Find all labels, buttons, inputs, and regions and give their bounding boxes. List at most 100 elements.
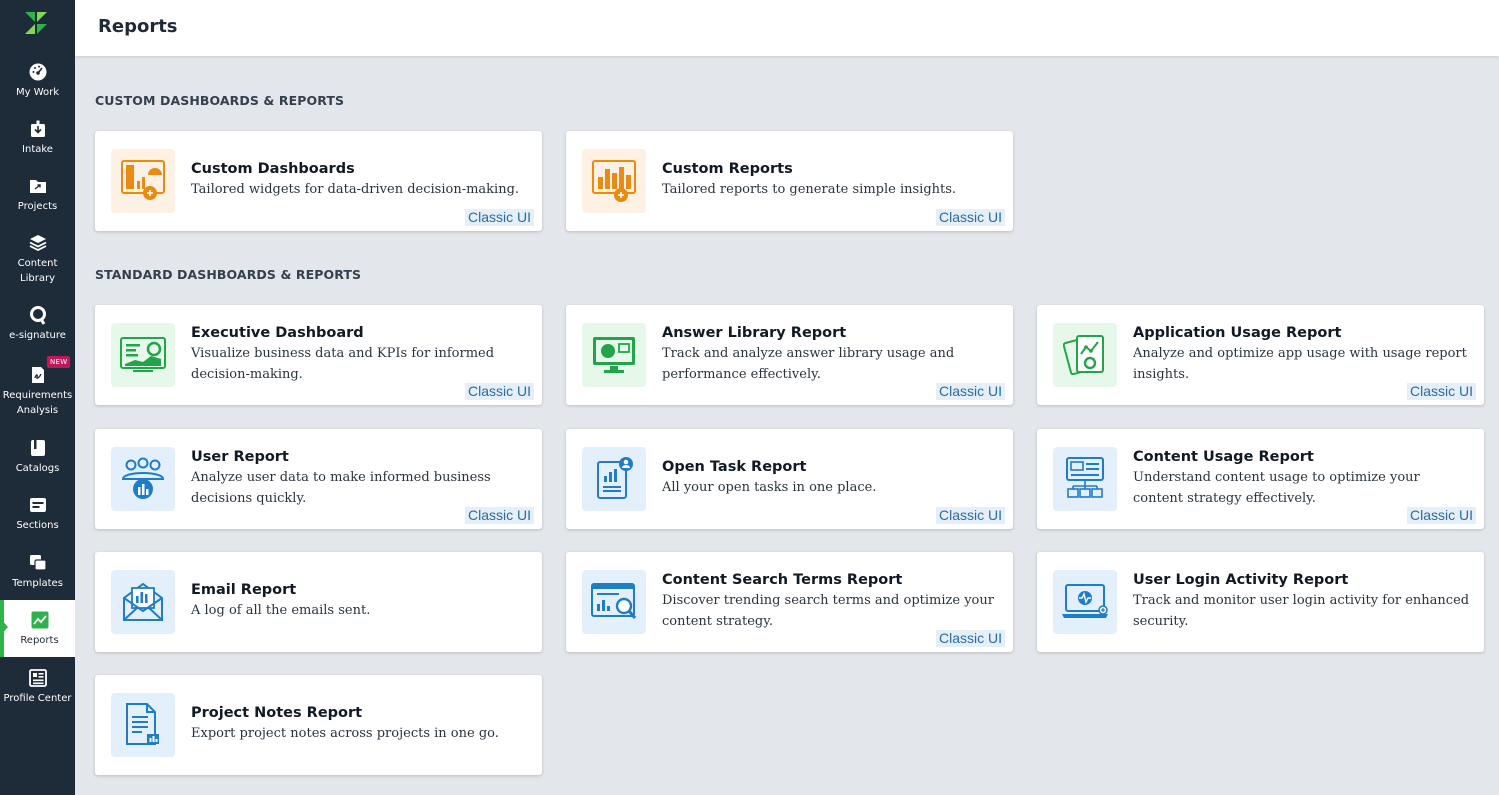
bar-report-icon: [592, 160, 636, 202]
section-title-custom: CUSTOM DASHBOARDS & REPORTS: [95, 93, 345, 108]
answer-library-icon: [582, 323, 646, 387]
layers-stack-icon: [29, 235, 46, 252]
section-title-standard: STANDARD DASHBOARDS & REPORTS: [95, 267, 362, 282]
card-user-report[interactable]: User Report Analyze user data to make in…: [95, 429, 542, 529]
nav-reports[interactable]: Reports: [0, 600, 75, 657]
card-custom-dashboards[interactable]: Custom Dashboards Tailored widgets for d…: [95, 131, 542, 231]
nav-label: Intake: [22, 144, 53, 155]
nav-intake[interactable]: Intake: [0, 119, 75, 157]
card-answer-library-report[interactable]: Answer Library Report Track and analyze …: [566, 305, 1013, 405]
card-description: Analyze user data to make informed busin…: [191, 470, 491, 506]
card-description: Track and monitor user login activity fo…: [1133, 593, 1470, 629]
classic-ui-link[interactable]: Classic UI: [1406, 383, 1476, 400]
user-login-activity-icon: [1053, 570, 1117, 634]
project-notes-icon: [111, 693, 175, 757]
executive-dashboard-icon: [111, 323, 175, 387]
sidebar: My Work Intake Projects Content Library …: [0, 0, 75, 795]
nav-label: Requirements Analysis: [2, 390, 73, 416]
card-email-report[interactable]: Email Report A log of all the emails sen…: [95, 552, 542, 652]
card-title: User Report: [191, 449, 289, 465]
signature-icon: [29, 306, 46, 325]
nav-content-library[interactable]: Content Library: [0, 233, 75, 286]
card-open-task-report[interactable]: Open Task Report All your open tasks in …: [566, 429, 1013, 529]
card-description: Understand content usage to optimize you…: [1133, 470, 1420, 506]
classic-ui-link[interactable]: Classic UI: [464, 383, 534, 400]
card-project-notes-report[interactable]: Project Notes Report Export project note…: [95, 675, 542, 775]
classic-ui-link[interactable]: Classic UI: [464, 209, 534, 226]
nav-label: Projects: [17, 201, 58, 212]
user-report-icon: [111, 447, 175, 511]
active-indicator: [0, 618, 8, 636]
monitor-pie-icon: [593, 337, 635, 373]
card-description: All your open tasks in one place.: [662, 480, 877, 495]
card-title: Content Usage Report: [1133, 449, 1314, 465]
classic-ui-link[interactable]: Classic UI: [935, 507, 1005, 524]
classic-ui-link[interactable]: Classic UI: [935, 383, 1005, 400]
search-chart-icon: [591, 583, 637, 619]
card-description: Tailored reports to generate simple insi…: [662, 182, 957, 197]
custom-dashboards-icon: [111, 149, 175, 213]
nav-sections[interactable]: Sections: [0, 495, 75, 533]
nav-label: Catalogs: [15, 463, 60, 474]
content-search-terms-icon: [582, 570, 646, 634]
sections-icon: [29, 498, 46, 512]
classic-ui-link[interactable]: Classic UI: [464, 507, 534, 524]
nav-label: e-signature: [9, 330, 66, 341]
nav-label: Templates: [12, 578, 63, 589]
card-description: Track and analyze answer library usage a…: [662, 346, 955, 382]
notes-document-icon: [126, 703, 159, 745]
nav-requirements-analysis[interactable]: Requirements Analysis: [0, 365, 75, 418]
reports-chart-icon: [31, 611, 48, 629]
task-document-icon: [597, 457, 633, 499]
classic-ui-link[interactable]: Classic UI: [1406, 507, 1476, 524]
card-description: Discover trending search terms and optim…: [662, 593, 994, 629]
nav-my-work[interactable]: My Work: [0, 62, 75, 100]
card-custom-reports[interactable]: Custom Reports Tailored reports to gener…: [566, 131, 1013, 231]
card-description: Analyze and optimize app usage with usag…: [1133, 346, 1467, 382]
card-title: Project Notes Report: [191, 705, 363, 721]
card-description: Tailored widgets for data-driven decisio…: [191, 182, 520, 197]
nav-projects[interactable]: Projects: [0, 176, 75, 214]
nav-e-signature[interactable]: e-signature: [0, 305, 75, 343]
page-title: Reports: [98, 16, 178, 37]
card-content-search-terms-report[interactable]: Content Search Terms Report Discover tre…: [566, 552, 1013, 652]
new-badge: NEW: [47, 356, 71, 368]
card-title: User Login Activity Report: [1133, 572, 1349, 588]
card-content-usage-report[interactable]: Content Usage Report Understand content …: [1037, 429, 1484, 529]
card-title: Content Search Terms Report: [662, 572, 903, 588]
card-executive-dashboard[interactable]: Executive Dashboard Visualize business d…: [95, 305, 542, 405]
card-title: Email Report: [191, 582, 297, 598]
application-usage-icon: [1053, 323, 1117, 387]
card-user-login-activity-report[interactable]: User Login Activity Report Track and mon…: [1037, 552, 1484, 652]
email-report-icon: [111, 570, 175, 634]
content-network-icon: [1066, 457, 1104, 498]
card-title: Custom Dashboards: [191, 161, 355, 177]
nav-label: Content Library: [17, 258, 58, 284]
requirements-document-icon: [31, 367, 44, 383]
page-header: Reports: [75, 0, 1499, 56]
card-application-usage-report[interactable]: Application Usage Report Analyze and opt…: [1037, 305, 1484, 405]
dashboard-widgets-icon: [121, 160, 165, 200]
nav-profile-center[interactable]: Profile Center: [0, 668, 75, 706]
card-title: Application Usage Report: [1133, 325, 1342, 341]
card-title: Custom Reports: [662, 161, 793, 177]
card-title: Answer Library Report: [662, 325, 847, 341]
executive-screen-icon: [120, 337, 166, 372]
classic-ui-link[interactable]: Classic UI: [935, 630, 1005, 647]
open-task-icon: [582, 447, 646, 511]
intake-download-icon: [30, 120, 45, 137]
app-logo-icon[interactable]: [23, 10, 49, 36]
nav-templates[interactable]: Templates: [0, 553, 75, 591]
users-group-icon: [121, 457, 165, 499]
nav-label: My Work: [15, 87, 60, 98]
custom-reports-icon: [582, 149, 646, 213]
card-title: Executive Dashboard: [191, 325, 364, 341]
catalog-book-icon: [30, 440, 45, 456]
nav-label: Sections: [16, 520, 59, 531]
card-description: Visualize business data and KPIs for inf…: [191, 346, 495, 382]
usage-papers-icon: [1063, 335, 1104, 376]
nav-catalogs[interactable]: Catalogs: [0, 438, 75, 476]
classic-ui-link[interactable]: Classic UI: [935, 209, 1005, 226]
laptop-activity-icon: [1062, 584, 1108, 618]
envelope-chart-icon: [123, 582, 163, 621]
